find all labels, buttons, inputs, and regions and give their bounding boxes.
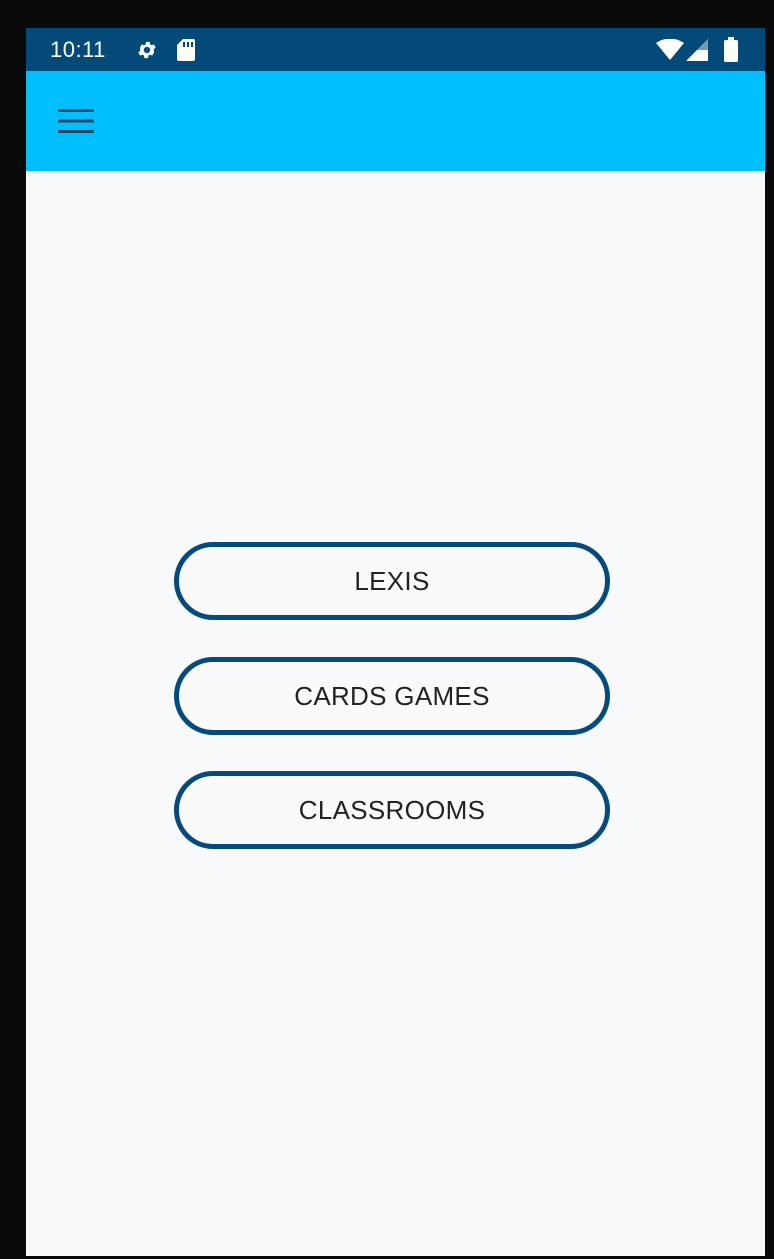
lexis-button-label: LEXIS bbox=[354, 565, 430, 596]
classrooms-button[interactable]: CLASSROOMS bbox=[174, 771, 610, 849]
cards-games-button-label: CARDS GAMES bbox=[294, 680, 490, 711]
classrooms-button-label: CLASSROOMS bbox=[298, 794, 486, 825]
app-bar bbox=[26, 71, 765, 171]
lexis-button[interactable]: LEXIS bbox=[174, 542, 610, 620]
cellular-signal-icon bbox=[686, 39, 708, 61]
hamburger-menu-icon bbox=[58, 109, 94, 133]
menu-button[interactable] bbox=[46, 95, 106, 147]
device-frame: 10:11 LEXIS CARDS GAMES CLASSROOMS bbox=[0, 0, 774, 1259]
sd-card-icon bbox=[177, 39, 195, 61]
status-time: 10:11 bbox=[50, 37, 106, 62]
phone-screen: 10:11 LEXIS CARDS GAMES CLASSROOMS bbox=[26, 28, 765, 1256]
battery-icon bbox=[724, 37, 738, 62]
main-content: LEXIS CARDS GAMES CLASSROOMS bbox=[26, 171, 765, 1256]
wifi-icon bbox=[656, 39, 684, 60]
settings-gear-icon bbox=[138, 41, 156, 59]
cards-games-button[interactable]: CARDS GAMES bbox=[174, 657, 610, 735]
status-bar: 10:11 bbox=[26, 28, 765, 71]
